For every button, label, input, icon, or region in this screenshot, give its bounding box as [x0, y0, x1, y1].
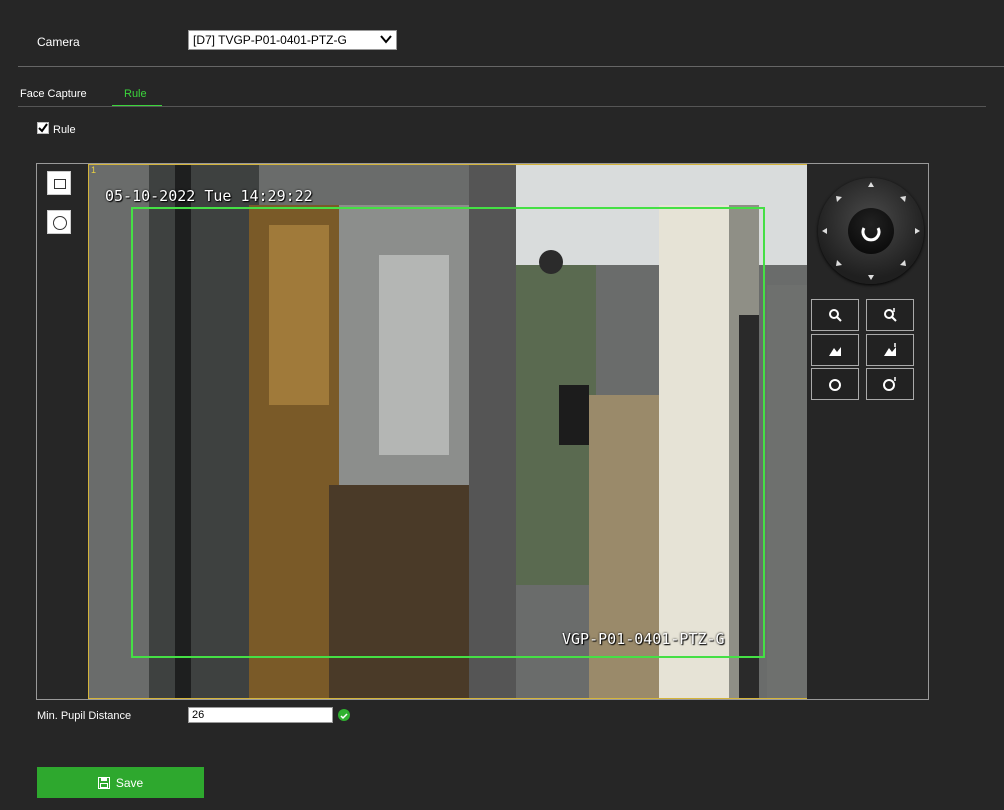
camera-select[interactable]: [D7] TVGP-P01-0401-PTZ-G: [188, 30, 397, 50]
divider: [18, 66, 1004, 67]
min-pupil-distance-label: Min. Pupil Distance: [37, 710, 132, 722]
tab-rule[interactable]: Rule: [124, 88, 147, 100]
iris-close-button[interactable]: [811, 368, 859, 400]
zoom-out-icon: [829, 309, 842, 322]
osd-camera-name: VGP-P01-0401-PTZ-G: [562, 630, 725, 648]
region-corner-mark: 1: [91, 165, 97, 175]
ptz-left-arrow: [822, 228, 827, 234]
iris-open-button[interactable]: [866, 368, 914, 400]
ptz-right-arrow: [915, 228, 920, 234]
circle-icon: [53, 216, 67, 230]
rectangle-icon: [54, 179, 66, 189]
iris-close-icon: [829, 379, 841, 391]
checkmark-icon: [38, 123, 48, 133]
zoom-out-button[interactable]: [811, 299, 859, 331]
zoom-in-button[interactable]: [866, 299, 914, 331]
roi-rectangle[interactable]: [131, 207, 765, 658]
focus-near-icon: [829, 347, 841, 356]
camera-label: Camera: [37, 35, 80, 49]
ptz-down-arrow: [868, 275, 874, 280]
valid-check-icon: [338, 709, 350, 721]
zoom-in-icon: [884, 308, 897, 322]
save-label: Save: [115, 775, 144, 790]
rule-checkbox-label: Rule: [53, 124, 76, 136]
chevron-down-icon: [380, 35, 392, 44]
min-pupil-distance-input[interactable]: [188, 707, 333, 723]
ptz-auto-button[interactable]: [848, 208, 894, 254]
camera-select-value: [D7] TVGP-P01-0401-PTZ-G: [193, 33, 347, 47]
tab-face-capture[interactable]: Face Capture: [20, 88, 87, 100]
draw-rectangle-button[interactable]: [47, 171, 71, 195]
live-video[interactable]: 05-10-2022 Tue 14:29:22 VGP-P01-0401-PTZ…: [88, 164, 807, 699]
focus-far-button[interactable]: [866, 334, 914, 366]
save-button[interactable]: Save: [37, 767, 204, 798]
ptz-down-left-arrow: [836, 260, 842, 266]
osd-timestamp: 05-10-2022 Tue 14:29:22: [105, 187, 313, 205]
focus-near-button[interactable]: [811, 334, 859, 366]
refresh-icon: [861, 227, 881, 242]
focus-far-icon: [884, 343, 896, 356]
ptz-up-arrow: [868, 182, 874, 187]
floppy-disk-icon: [97, 776, 110, 789]
rule-checkbox[interactable]: [37, 122, 49, 134]
ptz-up-left-arrow: [836, 196, 842, 202]
ptz-down-right-arrow: [900, 260, 906, 266]
iris-open-icon: [883, 377, 896, 391]
ptz-up-right-arrow: [900, 196, 906, 202]
divider: [18, 106, 986, 107]
draw-circle-button[interactable]: [47, 210, 71, 234]
